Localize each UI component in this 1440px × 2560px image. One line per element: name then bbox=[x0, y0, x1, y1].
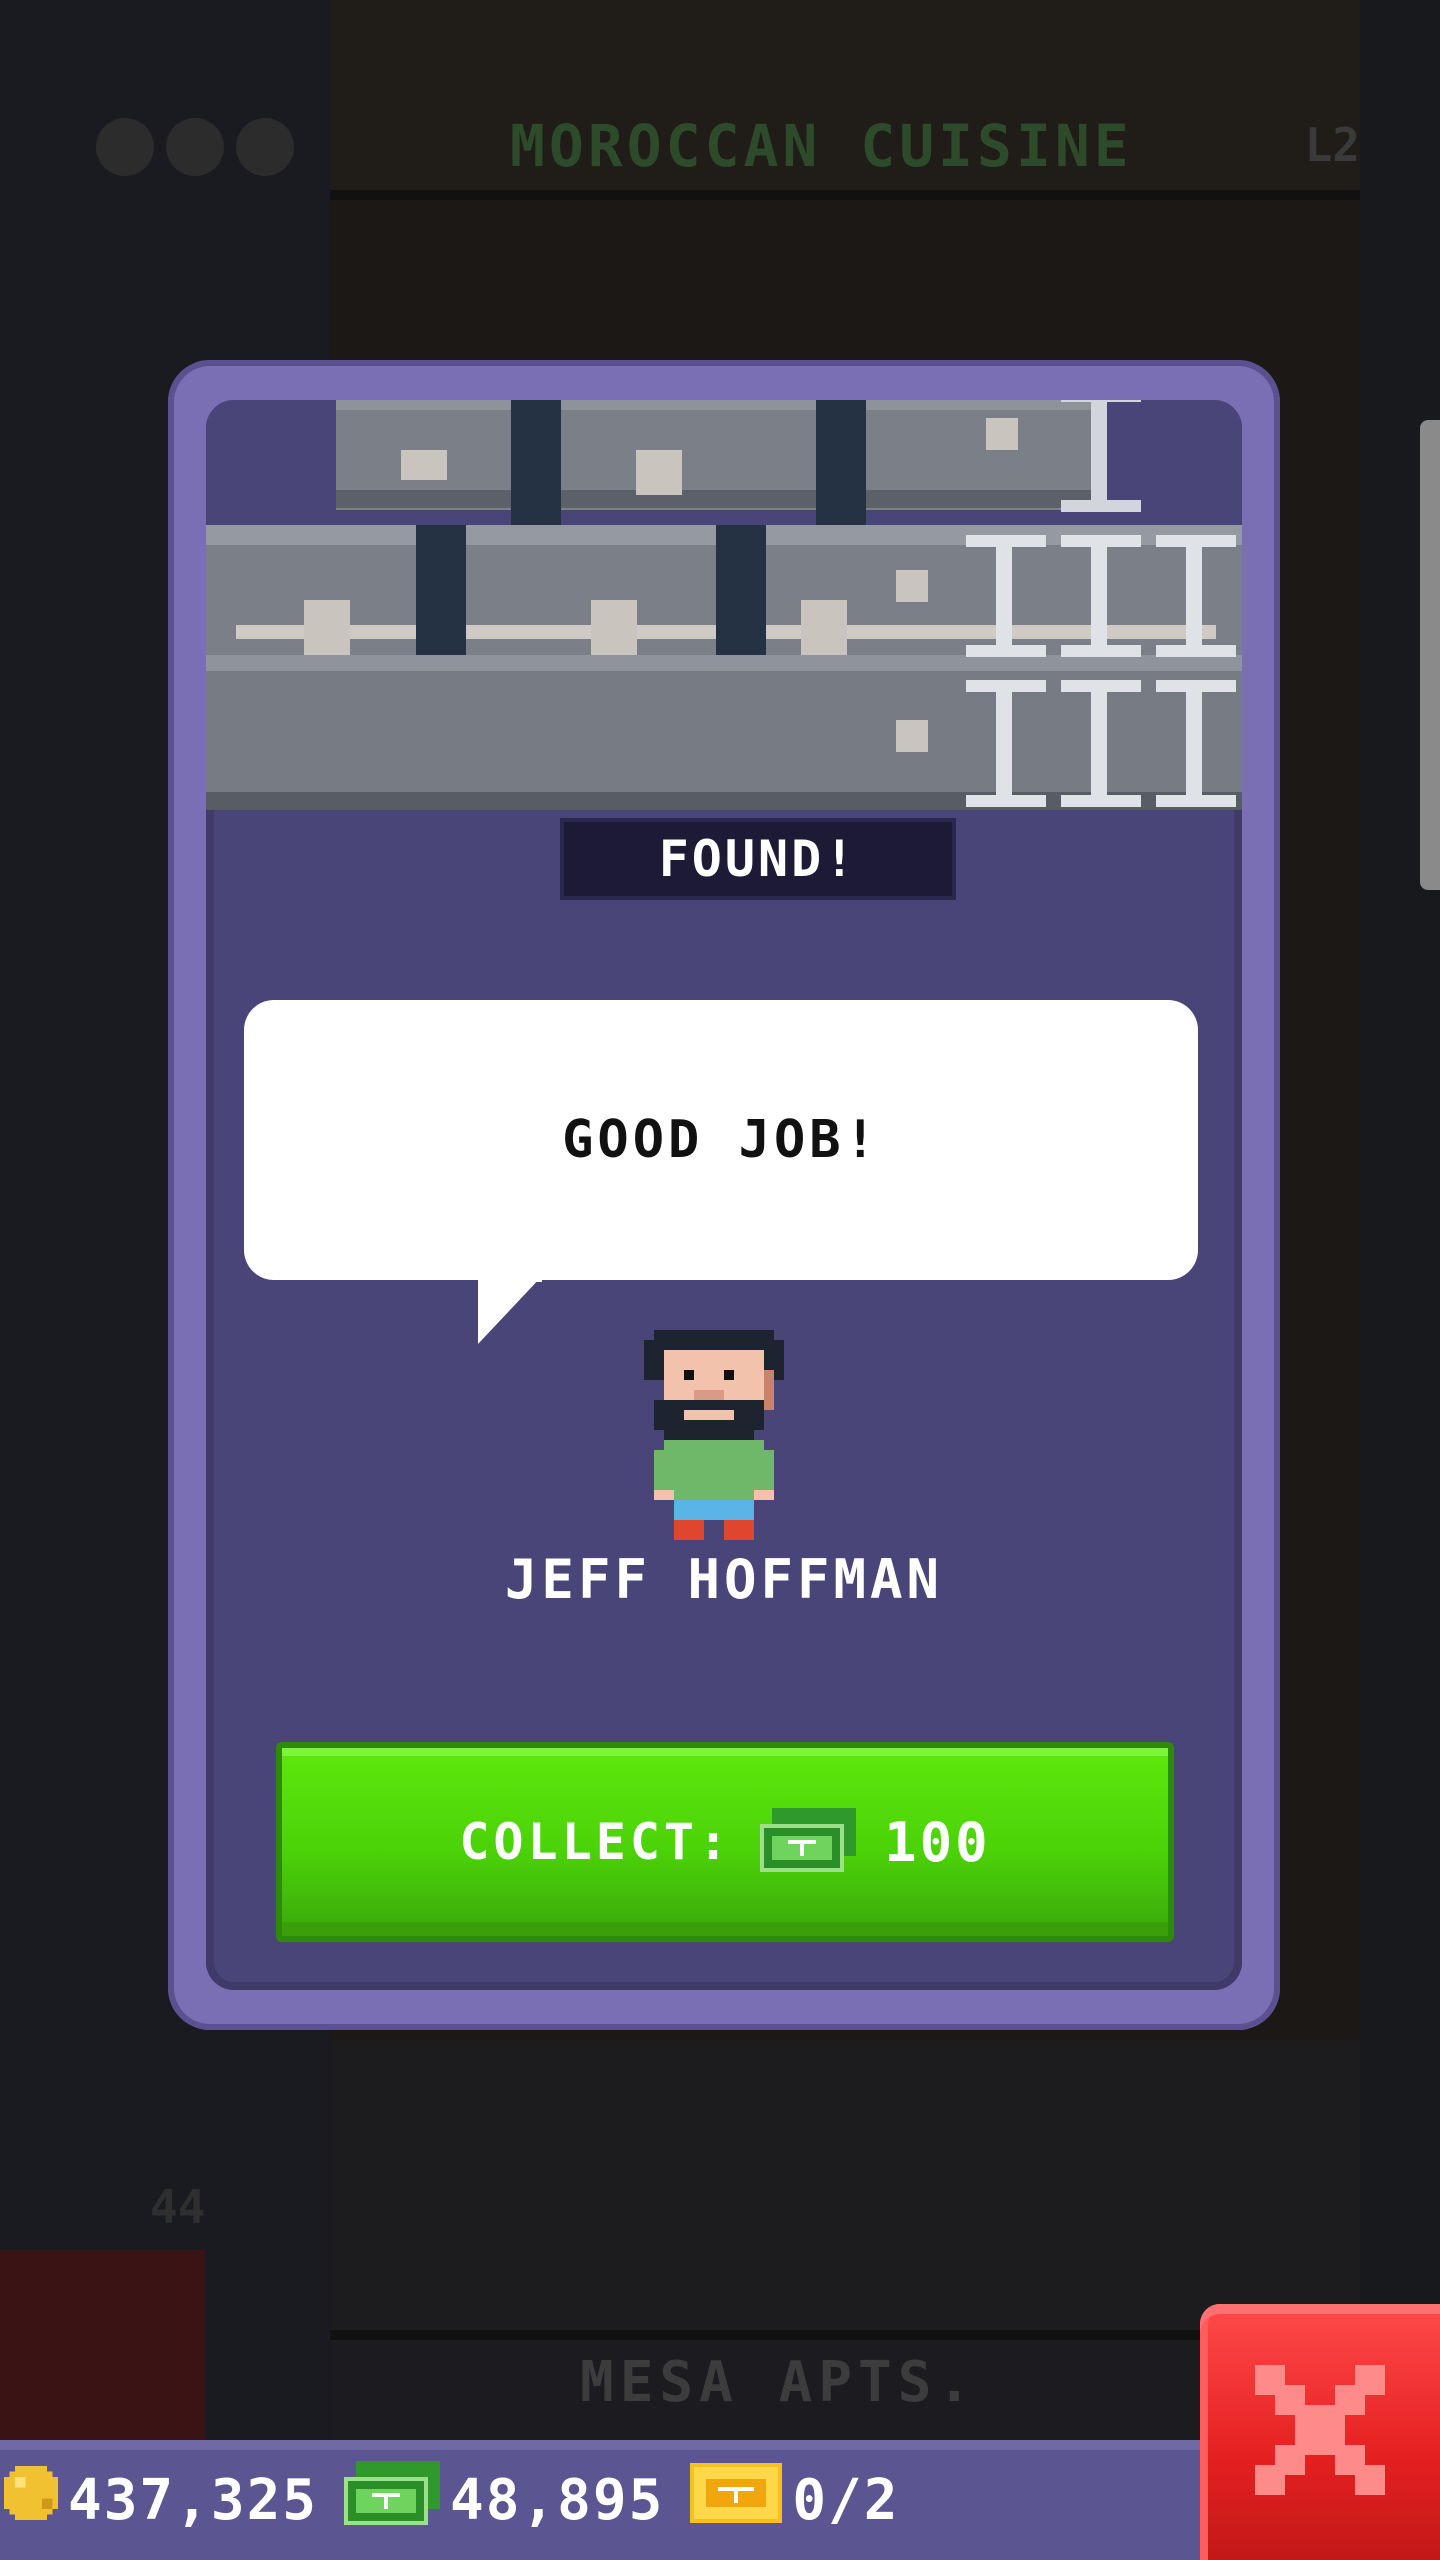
close-button[interactable] bbox=[1200, 2304, 1440, 2560]
tower-bux-icon bbox=[760, 1808, 857, 1876]
floor-title: MESA APTS. bbox=[580, 2350, 978, 2415]
speech-text: GOOD JOB! bbox=[562, 1110, 880, 1170]
collect-button[interactable]: COLLECT: 100 bbox=[276, 1742, 1174, 1942]
vip-ticket-icon bbox=[690, 2463, 783, 2537]
floor-number: 44 bbox=[150, 2180, 206, 2234]
coins-counter: 437,325 bbox=[4, 2466, 318, 2534]
close-icon bbox=[1255, 2365, 1385, 2499]
floor-apartment bbox=[330, 2040, 1360, 2340]
floor-star-icon bbox=[236, 118, 294, 176]
vip-tickets-value: 0/2 bbox=[792, 2467, 900, 2533]
scroll-rail bbox=[1360, 0, 1440, 2440]
found-bitizen-dialog: FOUND! GOOD JOB! JEFF HOFFMAN COLLECT: 1… bbox=[168, 360, 1280, 2030]
found-label: FOUND! bbox=[560, 818, 956, 900]
coin-icon bbox=[4, 2466, 58, 2534]
speech-bubble-tail bbox=[478, 1276, 542, 1344]
dialog-panel: FOUND! GOOD JOB! JEFF HOFFMAN COLLECT: 1… bbox=[206, 400, 1242, 1990]
npc-name: JEFF HOFFMAN bbox=[504, 1548, 944, 1611]
floor-star-icon bbox=[96, 118, 154, 176]
tower-bux-value: 48,895 bbox=[450, 2467, 665, 2533]
npc-avatar bbox=[644, 1330, 784, 1540]
vip-tickets-counter: 0/2 bbox=[690, 2463, 899, 2537]
speech-bubble: GOOD JOB! bbox=[244, 1000, 1198, 1280]
collect-label: COLLECT: bbox=[459, 1813, 733, 1871]
tower-bux-icon bbox=[344, 2461, 441, 2539]
scrollbar-thumb[interactable] bbox=[1420, 420, 1440, 890]
floor-title: MOROCCAN CUISINE bbox=[510, 112, 1133, 180]
collect-amount: 100 bbox=[884, 1810, 991, 1874]
tower-bux-counter: 48,895 bbox=[344, 2461, 664, 2539]
coins-value: 437,325 bbox=[68, 2467, 319, 2533]
floor-level: L2 bbox=[1304, 118, 1360, 172]
floor-star-icon bbox=[166, 118, 224, 176]
elevator-button[interactable] bbox=[0, 2250, 205, 2440]
steel-girders-illustration bbox=[206, 400, 1242, 810]
